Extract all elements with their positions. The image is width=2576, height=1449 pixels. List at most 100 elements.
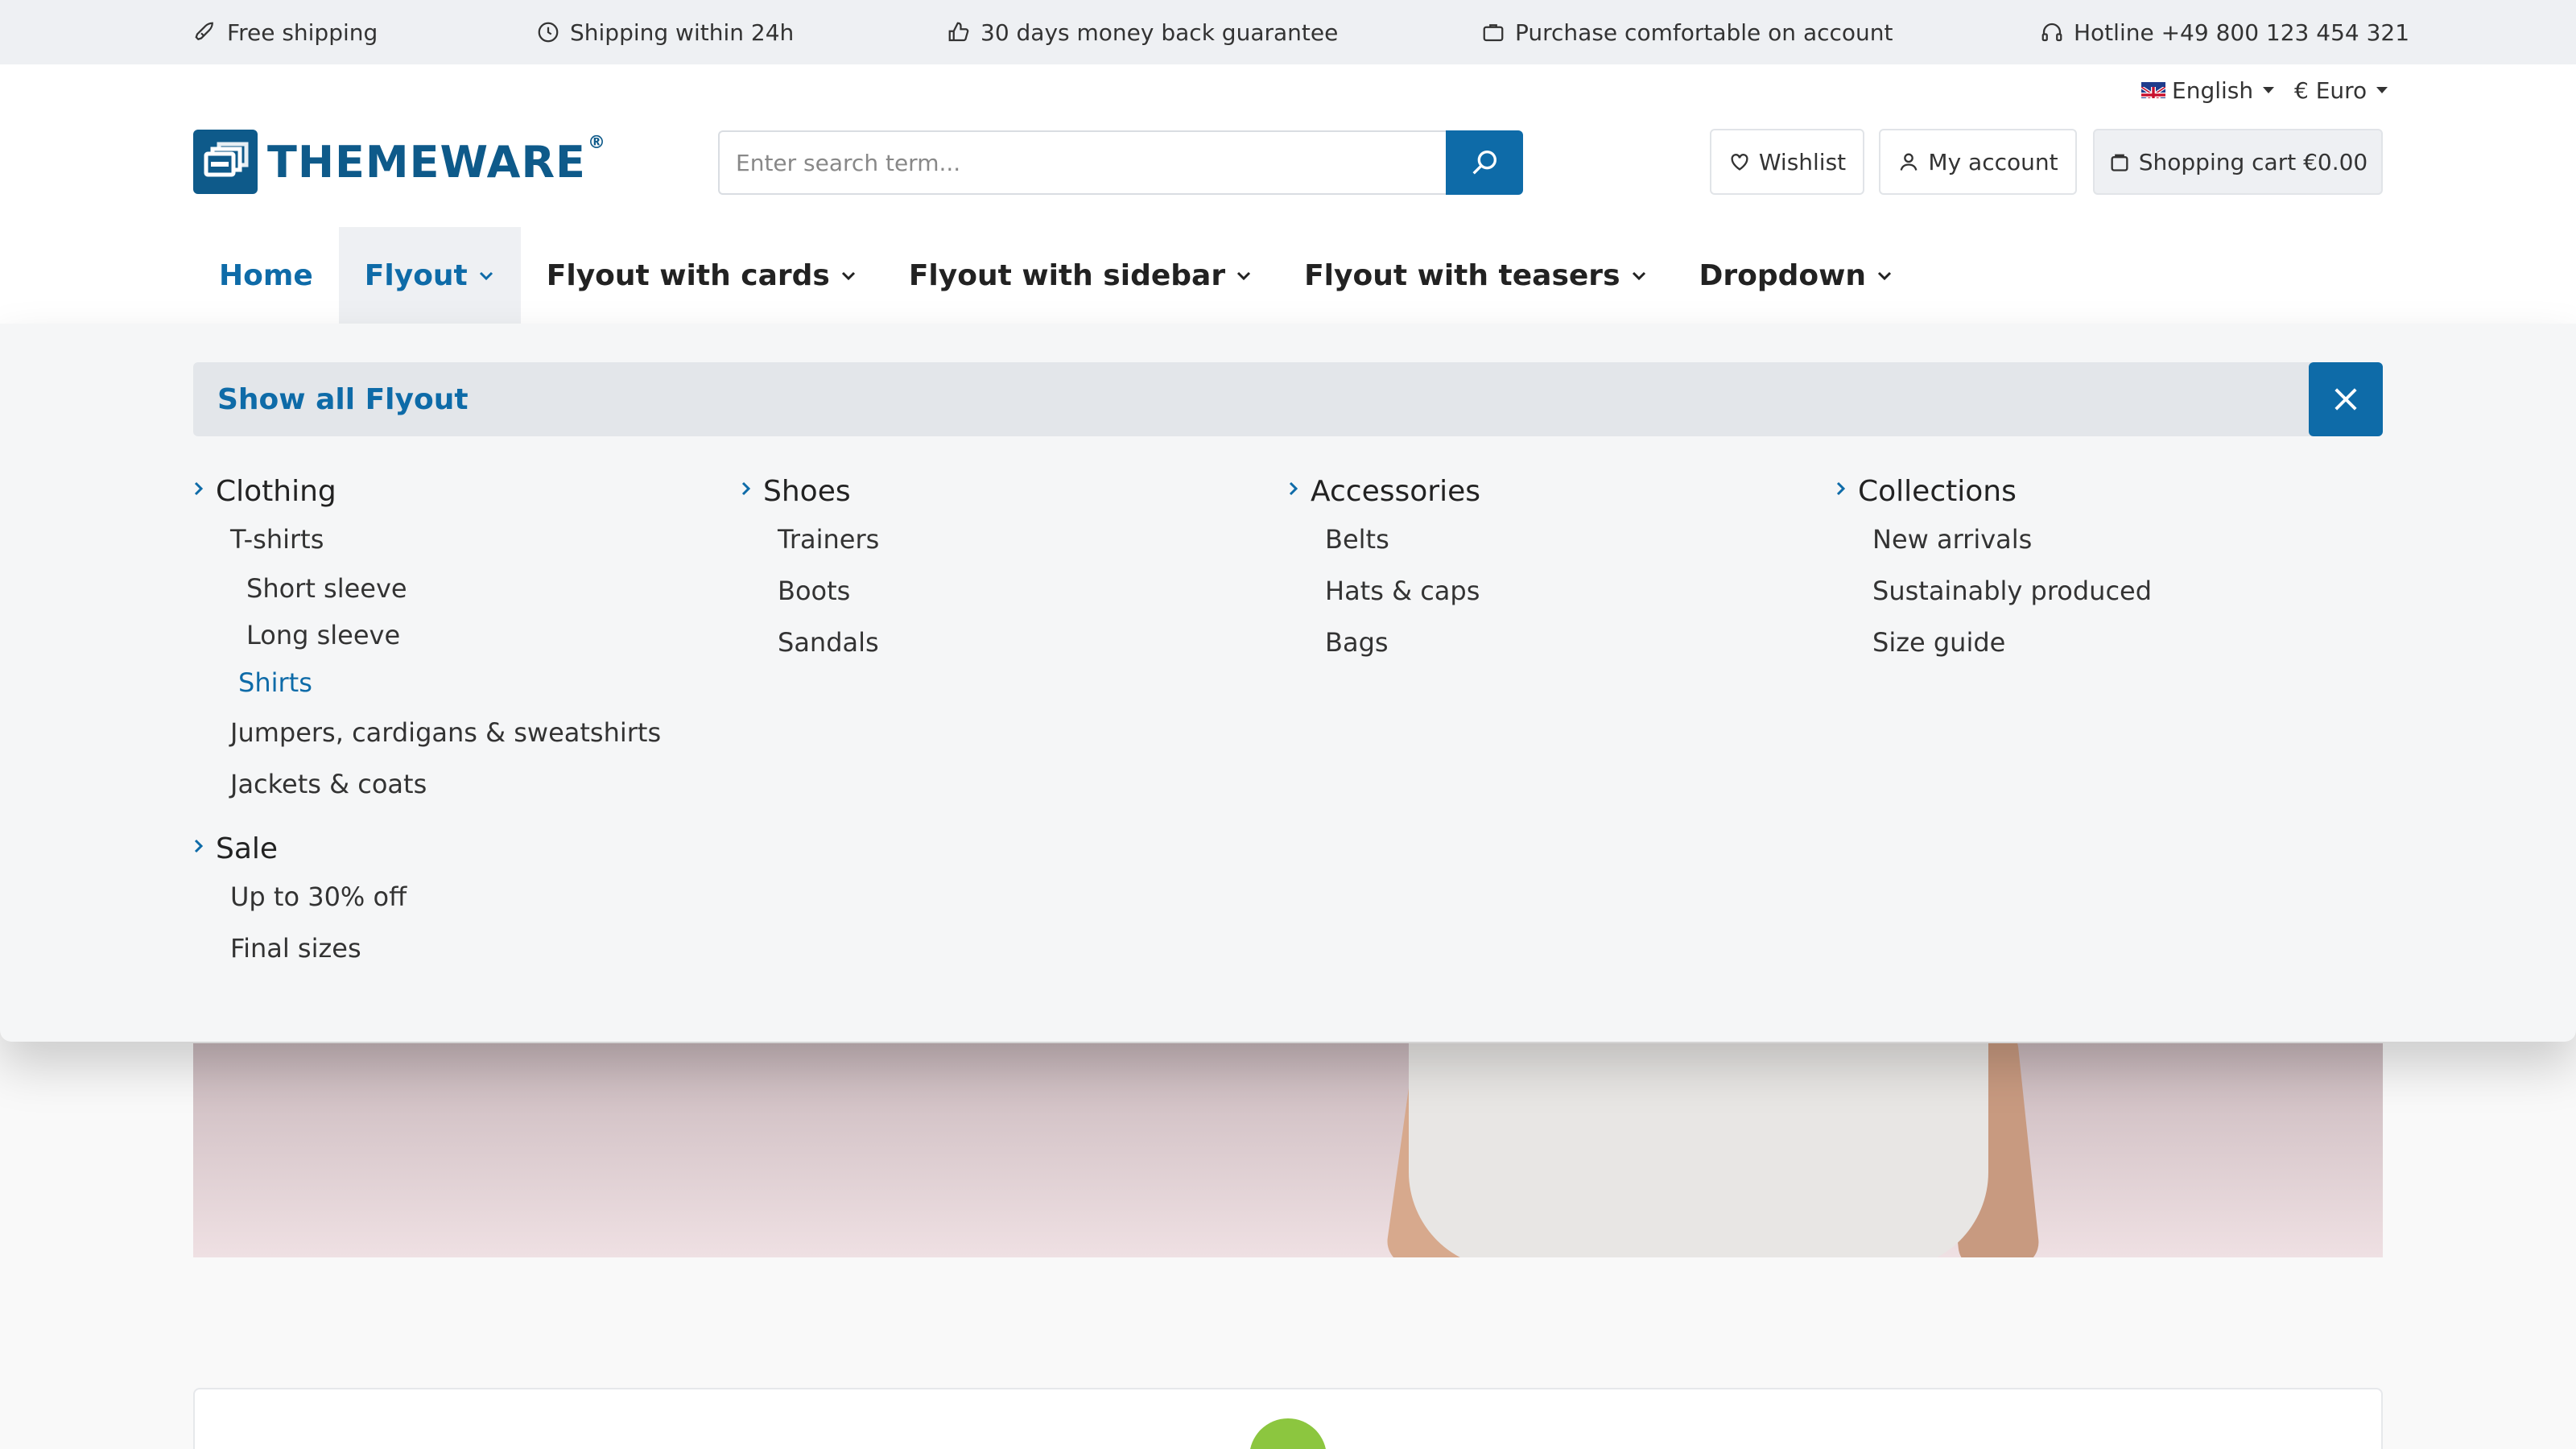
subcategory-label: Sustainably produced [1872, 576, 2153, 606]
subcategory-label: Short sleeve [246, 573, 407, 604]
flyout-menu: Show all Flyout Clothing T-shirts Short … [0, 324, 2576, 1042]
close-flyout-button[interactable] [2309, 362, 2383, 436]
subcategory-new-arrivals[interactable]: New arrivals [1835, 514, 2351, 565]
nav-item-label: Flyout with cards [546, 258, 830, 292]
subcategory-t-shirts[interactable]: T-shirts [193, 514, 708, 565]
show-all-flyout-link[interactable]: Show all Flyout [193, 362, 2312, 436]
subcategory-trainers[interactable]: Trainers [741, 514, 1256, 565]
subcategory-boots[interactable]: Boots [741, 565, 1256, 617]
flyout-column-accessories: Accessories Belts Hats & caps Bags [1288, 469, 1803, 668]
subcategory-label: Sandals [778, 627, 879, 658]
subcategory-label: Hats & caps [1325, 576, 1480, 606]
nav-item-label: Dropdown [1699, 258, 1867, 292]
subcategory-bags[interactable]: Bags [1288, 617, 1803, 668]
search-button[interactable] [1446, 130, 1523, 195]
chevron-down-icon [1237, 271, 1251, 281]
chevron-right-icon [1289, 481, 1298, 496]
subcategory-belts[interactable]: Belts [1288, 514, 1803, 565]
flyout-column-shoes: Shoes Trainers Boots Sandals [741, 469, 1256, 668]
usp-hotline: Hotline +49 800 123 454 321 [2040, 0, 2409, 64]
main-navigation: Home Flyout Flyout with cards Flyout wit… [193, 227, 1919, 324]
search-input[interactable] [718, 130, 1446, 195]
search-icon [1472, 151, 1496, 175]
subcategory-final-sizes[interactable]: Final sizes [193, 923, 708, 974]
subcategory-jumpers[interactable]: Jumpers, cardigans & sweatshirts [193, 707, 708, 758]
content-card [193, 1388, 2383, 1449]
nav-item-dropdown[interactable]: Dropdown [1674, 227, 1920, 324]
uk-flag-icon [2141, 82, 2165, 98]
subcategory-label: New arrivals [1872, 524, 2033, 555]
category-accessories[interactable]: Accessories [1288, 469, 1803, 514]
my-account-button[interactable]: My account [1879, 129, 2077, 195]
subcategory-label: Belts [1325, 524, 1389, 555]
category-shoes[interactable]: Shoes [741, 469, 1256, 514]
chevron-right-icon [194, 481, 204, 496]
user-icon [1900, 153, 1918, 171]
caret-down-icon [2263, 87, 2275, 93]
logo[interactable]: THEMEWARE ® [193, 129, 605, 195]
rocket-icon [195, 22, 213, 41]
briefcase-icon [1483, 24, 1504, 42]
nav-item-flyout[interactable]: Flyout [338, 227, 521, 324]
close-icon [2334, 388, 2357, 411]
usp-label: Free shipping [227, 19, 378, 46]
currency-selector[interactable]: € Euro [2294, 72, 2388, 108]
usp-label: Shipping within 24h [570, 19, 795, 46]
category-label: Accessories [1311, 474, 1480, 508]
subcategory-size-guide[interactable]: Size guide [1835, 617, 2351, 668]
subcategory-sandals[interactable]: Sandals [741, 617, 1256, 668]
language-label: English [2172, 76, 2254, 104]
subcategory-jackets-coats[interactable]: Jackets & coats [193, 758, 708, 810]
usp-purchase-account: Purchase comfortable on account [1481, 0, 1893, 64]
category-label: Clothing [216, 474, 336, 508]
search-form [718, 130, 1523, 195]
hero-banner [193, 1043, 2383, 1257]
shopping-cart-button[interactable]: Shopping cart €0.00 [2093, 129, 2383, 195]
usp-free-shipping: Free shipping [193, 0, 378, 64]
nav-item-flyout-with-sidebar[interactable]: Flyout with sidebar [883, 227, 1278, 324]
usp-shipping-24h: Shipping within 24h [536, 0, 794, 64]
subcategory-long-sleeve[interactable]: Long sleeve [193, 612, 708, 658]
chevron-right-icon [741, 481, 751, 496]
chevron-down-icon [841, 271, 855, 281]
subcategory-label: Bags [1325, 627, 1389, 658]
subcategory-label: Jackets & coats [230, 769, 427, 799]
wishlist-button[interactable]: Wishlist [1710, 129, 1864, 195]
chevron-down-icon [1877, 271, 1892, 281]
nav-item-home[interactable]: Home [193, 227, 339, 324]
subcategory-sustainably-produced[interactable]: Sustainably produced [1835, 565, 2351, 617]
headset-icon [2041, 23, 2062, 42]
nav-item-label: Flyout with sidebar [908, 258, 1226, 292]
shopping-cart-label: Shopping cart €0.00 [2138, 148, 2368, 175]
flyout-column-clothing: Clothing T-shirts Short sleeve Long slee… [193, 469, 708, 974]
subcategory-label: Long sleeve [246, 620, 401, 650]
logo-text: THEMEWARE [267, 136, 586, 188]
my-account-label: My account [1928, 148, 2058, 175]
nav-item-label: Home [219, 258, 313, 292]
subcategory-label: T-shirts [230, 524, 324, 555]
chevron-down-icon [479, 271, 493, 281]
thumbs-up-icon [948, 22, 969, 42]
subcategory-up-to-30-off[interactable]: Up to 30% off [193, 871, 708, 923]
category-label: Collections [1858, 474, 2017, 508]
badge-circle [1249, 1418, 1327, 1449]
chevron-down-icon [1632, 271, 1645, 281]
currency-label: € Euro [2294, 76, 2368, 104]
category-clothing[interactable]: Clothing [193, 469, 708, 514]
nav-item-flyout-with-cards[interactable]: Flyout with cards [521, 227, 883, 324]
chevron-right-icon [194, 839, 204, 853]
chevron-right-icon [1836, 481, 1846, 496]
hero-image-part [1409, 1043, 1988, 1257]
usp-bar: Free shipping Shipping within 24h 30 day… [0, 0, 2576, 64]
language-selector[interactable]: English [2141, 72, 2275, 108]
category-sale[interactable]: Sale [193, 826, 708, 871]
caret-down-icon [2376, 87, 2388, 93]
subcategory-label: Up to 30% off [230, 881, 407, 912]
category-collections[interactable]: Collections [1835, 469, 2351, 514]
category-label: Shoes [763, 474, 851, 508]
nav-item-flyout-with-teasers[interactable]: Flyout with teasers [1278, 227, 1673, 324]
subcategory-short-sleeve[interactable]: Short sleeve [193, 565, 708, 612]
subcategory-label: Final sizes [230, 933, 361, 964]
subcategory-shirts[interactable]: Shirts [193, 658, 708, 707]
subcategory-hats-caps[interactable]: Hats & caps [1288, 565, 1803, 617]
